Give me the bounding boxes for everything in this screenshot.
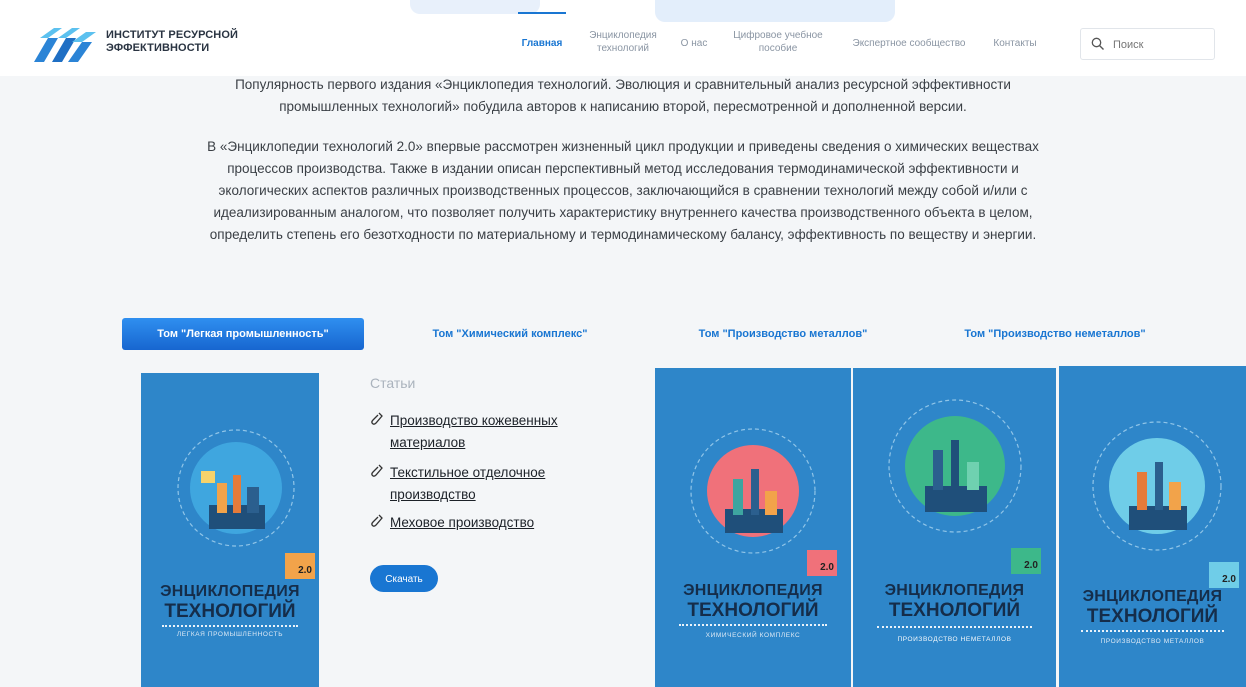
edition-label: 2.0 xyxy=(1222,574,1236,585)
nav-item-label: технологий xyxy=(596,43,649,54)
cover-title-line-2: ТЕХНОЛОГИЙ xyxy=(164,601,296,622)
edition-badge: 2.0 xyxy=(1011,548,1041,574)
cover-title-line-2: ТЕХНОЛОГИЙ xyxy=(888,600,1021,621)
intro-paragraph-2: В «Энциклопедии технологий 2.0» впервые … xyxy=(150,136,1096,246)
edition-badge: 2.0 xyxy=(285,553,315,579)
gear-icon xyxy=(690,428,816,554)
edition-label: 2.0 xyxy=(820,562,834,573)
text-line: Популярность первого издания «Энциклопед… xyxy=(235,77,1011,92)
intro-paragraph-1: Популярность первого издания «Энциклопед… xyxy=(150,74,1096,118)
search-icon xyxy=(1091,37,1104,50)
gear-icon xyxy=(1092,421,1222,551)
brand-name[interactable]: ИНСТИТУТ РЕСУРСНОЙ ЭФФЕКТИВНОСТИ xyxy=(106,29,238,55)
text-line: идеализированным аналогом, что позволяет… xyxy=(213,205,1033,220)
cover-title-line-1: ЭНЦИКЛОПЕДИЯ xyxy=(683,582,823,599)
book-cover-light-industry[interactable]: 2.0 ЭНЦИКЛОПЕДИЯ ТЕХНОЛОГИЙ ЛЕГКАЯ ПРОМЫ… xyxy=(141,373,319,687)
search-input[interactable] xyxy=(1111,35,1210,55)
text-line: промышленных технологий» побудила авторо… xyxy=(279,99,967,114)
cover-subtitle: ПРОИЗВОДСТВО МЕТАЛЛОВ xyxy=(1100,638,1205,645)
book-cover-metals[interactable]: 2.0 ЭНЦИКЛОПЕДИЯ ТЕХНОЛОГИЙ ПРОИЗВОДСТВО… xyxy=(1059,366,1246,687)
article-item[interactable]: Производство кожевенных материалов xyxy=(370,410,580,454)
link-icon xyxy=(371,514,383,527)
book-cover-chemical-complex[interactable]: 2.0 ЭНЦИКЛОПЕДИЯ ТЕХНОЛОГИЙ ХИМИЧЕСКИЙ К… xyxy=(655,368,851,687)
tab-chemical-complex[interactable]: Том "Химический комплекс" xyxy=(395,318,625,350)
article-link[interactable]: Меховое производство xyxy=(390,512,580,534)
text-line: В «Энциклопедии технологий 2.0» впервые … xyxy=(207,139,1039,154)
cover-subtitle: ПРОИЗВОДСТВО НЕМЕТАЛЛОВ xyxy=(897,636,1012,643)
cover-divider xyxy=(1081,630,1224,632)
edition-badge: 2.0 xyxy=(1209,562,1239,588)
download-button[interactable]: Скачать xyxy=(370,565,438,592)
brand-line-1: ИНСТИТУТ РЕСУРСНОЙ xyxy=(106,29,239,41)
nav-item-home[interactable]: Главная xyxy=(518,37,566,50)
article-link[interactable]: Производство кожевенных материалов xyxy=(390,410,580,454)
cover-subtitle: ЛЕГКАЯ ПРОМЫШЛЕННОСТЬ xyxy=(176,631,284,638)
site-header: ИНСТИТУТ РЕСУРСНОЙ ЭФФЕКТИВНОСТИ Главная… xyxy=(0,0,1246,76)
text-line: экологических аспектов различных произво… xyxy=(218,183,1028,198)
header-glow xyxy=(655,0,895,22)
cover-divider xyxy=(678,624,828,626)
edition-badge: 2.0 xyxy=(807,550,837,576)
cover-subtitle: ХИМИЧЕСКИЙ КОМПЛЕКС xyxy=(705,632,801,639)
cover-title-line-1: ЭНЦИКЛОПЕДИЯ xyxy=(160,583,300,600)
nav-item-label: Энциклопедия xyxy=(589,30,657,41)
tab-metals-production[interactable]: Том "Производство металлов" xyxy=(668,318,898,350)
edition-label: 2.0 xyxy=(298,565,312,576)
nav-item-about[interactable]: О нас xyxy=(672,37,716,50)
link-icon xyxy=(371,464,383,477)
book-cover-nonmetals[interactable]: 2.0 ЭНЦИКЛОПЕДИЯ ТЕХНОЛОГИЙ ПРОИЗВОДСТВО… xyxy=(853,368,1056,687)
nav-active-indicator xyxy=(518,12,566,14)
cover-title-line-2: ТЕХНОЛОГИЙ xyxy=(687,600,819,621)
nav-item-label: пособие xyxy=(758,43,798,54)
cover-divider xyxy=(877,626,1032,628)
article-item[interactable]: Меховое производство xyxy=(370,512,580,534)
articles-heading: Статьи xyxy=(370,375,416,391)
edition-label: 2.0 xyxy=(1024,560,1038,571)
link-icon xyxy=(371,412,383,425)
brand-line-2: ЭФФЕКТИВНОСТИ xyxy=(106,42,210,54)
nav-item-contacts[interactable]: Контакты xyxy=(984,37,1046,50)
tab-light-industry[interactable]: Том "Легкая промышленность" xyxy=(122,318,364,350)
cover-title-line-1: ЭНЦИКЛОПЕДИЯ xyxy=(1082,588,1223,605)
tab-nonmetals-production[interactable]: Том "Производство неметаллов" xyxy=(930,318,1180,350)
logo-icon[interactable] xyxy=(32,24,98,64)
nav-item-label: Цифровое учебное xyxy=(733,30,823,41)
gear-icon xyxy=(177,429,295,547)
cover-divider xyxy=(162,625,298,627)
text-line: определить степень его безотходности по … xyxy=(209,227,1037,242)
article-link[interactable]: Текстильное отделочное производство xyxy=(390,462,580,506)
cover-title-line-2: ТЕХНОЛОГИЙ xyxy=(1086,606,1219,627)
text-line: процессов производства. Также в издании … xyxy=(227,161,1019,176)
article-item[interactable]: Текстильное отделочное производство xyxy=(370,462,580,506)
nav-item-expert-community[interactable]: Экспертное сообщество xyxy=(842,37,976,50)
nav-item-digital-manual[interactable]: Цифровое учебное пособие xyxy=(722,29,834,55)
search-box[interactable] xyxy=(1080,28,1215,60)
cover-title-line-1: ЭНЦИКЛОПЕДИЯ xyxy=(884,582,1025,599)
nav-item-encyclopedia[interactable]: Энциклопедия технологий xyxy=(578,29,668,55)
gear-icon xyxy=(888,399,1022,533)
